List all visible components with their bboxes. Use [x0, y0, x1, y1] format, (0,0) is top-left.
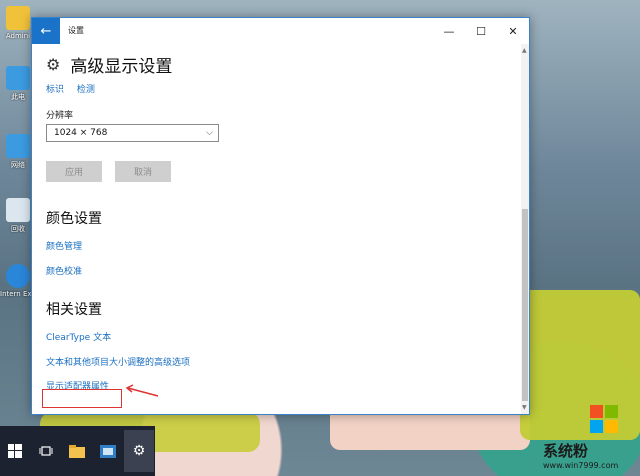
close-icon: ✕ — [508, 24, 518, 38]
title-bar: ← 设置 — ☐ ✕ — [32, 18, 529, 44]
task-view-button[interactable] — [31, 430, 61, 472]
scrollbar-thumb[interactable] — [522, 209, 528, 401]
back-button[interactable]: ← — [32, 18, 60, 44]
minimize-icon: — — [443, 24, 455, 38]
identify-link[interactable]: 标识 — [46, 85, 64, 95]
advanced-sizing-link[interactable]: 文本和其他项目大小调整的高级选项 — [46, 355, 190, 368]
network-icon — [6, 134, 30, 158]
window-title: 设置 — [68, 26, 84, 35]
task-view-icon — [39, 446, 53, 456]
watermark-url: www.win7999.com — [543, 461, 619, 470]
back-arrow-icon: ← — [40, 23, 52, 39]
related-settings-heading: 相关设置 — [46, 302, 102, 318]
apply-button[interactable]: 应用 — [46, 161, 102, 182]
watermark-brand: 系统粉 — [543, 442, 589, 460]
gear-icon: ⚙ — [46, 54, 61, 74]
settings-icon: ⚙ — [132, 443, 146, 459]
color-management-link[interactable]: 颜色管理 — [46, 239, 82, 252]
cancel-button[interactable]: 取消 — [115, 161, 171, 182]
maximize-button[interactable]: ☐ — [465, 18, 497, 44]
recycle-bin-icon — [6, 198, 30, 222]
mail-icon — [100, 444, 116, 458]
color-settings-heading: 颜色设置 — [46, 211, 102, 227]
wallpaper-yarn — [520, 290, 640, 440]
page-header: ⚙ 高级显示设置 — [46, 50, 172, 78]
start-button[interactable] — [0, 430, 30, 472]
color-calibration-link[interactable]: 颜色校准 — [46, 264, 82, 277]
scroll-up-icon[interactable]: ▲ — [522, 47, 527, 54]
file-explorer-button[interactable] — [62, 430, 92, 472]
resolution-dropdown[interactable]: 1024 × 768 ⌵ — [46, 124, 219, 142]
scroll-down-icon[interactable]: ▼ — [522, 404, 527, 411]
mail-button[interactable] — [93, 430, 123, 472]
settings-taskbar-button[interactable]: ⚙ — [124, 430, 154, 472]
file-explorer-icon — [69, 444, 85, 458]
resolution-label: 分辨率 — [46, 111, 74, 121]
resolution-value: 1024 × 768 — [54, 128, 108, 138]
maximize-icon: ☐ — [476, 24, 486, 38]
settings-window: ← 设置 — ☐ ✕ ⚙ 高级显示设置 标识 检测 分辨率 1024 × 768… — [31, 17, 530, 415]
close-button[interactable]: ✕ — [497, 18, 529, 44]
identify-detect-links: 标识 检测 — [46, 82, 105, 95]
windows-logo-icon — [8, 444, 22, 458]
user-folder-icon — [6, 6, 30, 30]
cleartype-link[interactable]: ClearType 文本 — [46, 330, 111, 343]
chevron-down-icon: ⌵ — [206, 128, 213, 138]
annotation-arrow-icon — [125, 384, 159, 397]
internet-explorer-icon — [6, 264, 30, 288]
scrollbar[interactable]: ▲ ▼ — [521, 44, 529, 414]
annotation-highlight-box — [42, 389, 122, 408]
computer-icon — [6, 66, 30, 90]
watermark-windows-logo-icon — [590, 405, 618, 433]
page-title: 高级显示设置 — [70, 56, 173, 77]
detect-link[interactable]: 检测 — [77, 85, 95, 95]
minimize-button[interactable]: — — [433, 18, 465, 44]
